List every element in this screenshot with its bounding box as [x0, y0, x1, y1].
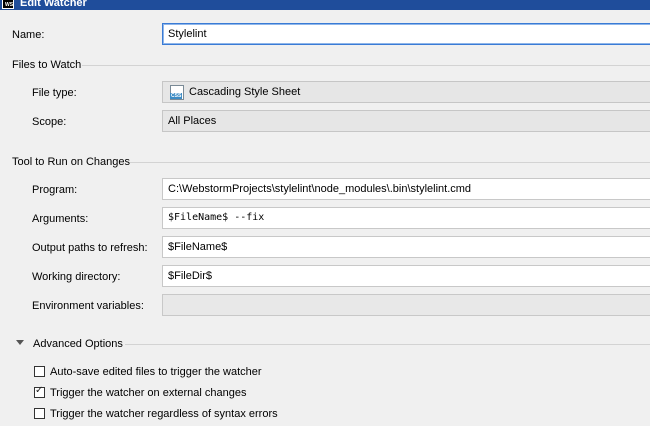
file-type-combobox[interactable]: CSS Cascading Style Sheet	[162, 81, 650, 103]
program-input[interactable]: C:\WebstormProjects\stylelint\node_modul…	[162, 178, 650, 200]
environment-variables-label: Environment variables:	[32, 300, 144, 312]
webstorm-app-icon: WS	[2, 0, 14, 9]
auto-save-checkbox[interactable]	[34, 366, 45, 377]
section-divider	[125, 344, 650, 345]
external-changes-label[interactable]: Trigger the watcher on external changes	[50, 386, 246, 400]
tool-section: Tool to Run on Changes	[12, 155, 650, 169]
scope-label: Scope:	[32, 116, 67, 128]
program-label: Program:	[32, 184, 78, 196]
checkmark-icon: ✓	[35, 385, 44, 396]
app-icon-text: WS	[5, 2, 14, 8]
advanced-options-header[interactable]: Advanced Options	[33, 337, 123, 351]
name-input[interactable]: Stylelint	[162, 23, 650, 45]
scope-combobox[interactable]: All Places	[162, 110, 650, 132]
working-directory-input[interactable]: $FileDir$	[162, 265, 650, 287]
working-directory-label: Working directory:	[32, 271, 121, 283]
syntax-errors-checkbox[interactable]	[34, 408, 45, 419]
files-to-watch-header: Files to Watch	[12, 59, 82, 71]
arguments-label: Arguments:	[32, 213, 89, 225]
window-title: Edit Watcher	[20, 0, 87, 9]
css-icon-text: CSS	[170, 93, 183, 99]
arguments-input[interactable]: $FileName$ --fix	[162, 207, 650, 229]
collapse-chevron-down-icon[interactable]	[16, 340, 24, 345]
tool-section-header: Tool to Run on Changes	[12, 156, 131, 168]
advanced-options-section[interactable]: Advanced Options	[33, 337, 650, 351]
section-divider	[130, 162, 650, 163]
files-to-watch-section: Files to Watch	[12, 58, 650, 72]
css-file-icon: CSS	[170, 85, 184, 100]
output-paths-label: Output paths to refresh:	[32, 242, 148, 254]
auto-save-label[interactable]: Auto-save edited files to trigger the wa…	[50, 365, 262, 379]
title-bar: WS Edit Watcher	[0, 0, 650, 10]
output-paths-input[interactable]: $FileName$	[162, 236, 650, 258]
file-type-value: Cascading Style Sheet	[189, 86, 301, 98]
environment-variables-input[interactable]	[162, 294, 650, 316]
file-type-label: File type:	[32, 87, 77, 99]
external-changes-checkbox[interactable]: ✓	[34, 385, 45, 398]
syntax-errors-label[interactable]: Trigger the watcher regardless of syntax…	[50, 407, 278, 421]
name-label: Name:	[12, 29, 45, 41]
section-divider	[82, 65, 650, 66]
